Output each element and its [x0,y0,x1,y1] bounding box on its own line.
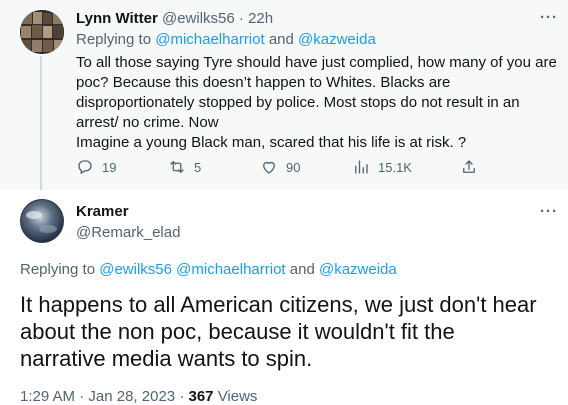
tweet-text-line: disproportionately stopped by police. Mo… [76,94,520,111]
more-horizontal-icon[interactable]: ··· [540,204,558,219]
tweet-time[interactable]: 22h [248,10,273,27]
tweet-metadata: 1:29 AM · Jan 28, 2023 · 367 Views [20,388,257,405]
like-count: 90 [286,159,301,175]
replying-to-prefix: Replying to [20,261,96,278]
share-icon [463,160,475,173]
retweet-count: 5 [194,159,202,175]
tweet-text-line: It happens to all American citizens, we … [20,292,537,317]
parent-tweet-header: Lynn Witter @ewilks56 · 22h [76,10,273,27]
tweet-text-line: narrative media wants to spin. [20,346,313,371]
like-button[interactable]: 90 [260,158,300,176]
mention-link[interactable]: @michaelharriot [176,261,285,278]
retweet-icon [170,161,184,173]
views-count: 15.1K [378,159,412,175]
avatar-globe-image [20,199,64,243]
thread-connector-line [40,56,42,190]
author-name[interactable]: Lynn Witter [76,10,158,27]
avatar-collage-image [20,10,64,54]
views-count: 367 [188,388,214,405]
views-button[interactable]: 15.1K [352,158,412,176]
separator-dot: · [179,388,185,405]
separator-dot: · [238,10,244,27]
mention-link[interactable]: @kazweida [319,261,397,278]
retweet-button[interactable]: 5 [168,158,201,176]
analytics-icon [355,160,368,174]
tweet-action-bar: 19 5 90 15.1K [76,158,496,180]
mention-link[interactable]: @ewilks56 [99,261,172,278]
more-horizontal-icon[interactable]: ··· [540,10,558,25]
avatar[interactable] [20,199,64,243]
replying-and: and [268,31,294,48]
avatar[interactable] [20,10,64,54]
tweet-date[interactable]: Jan 28, 2023 [88,388,175,405]
replying-to-prefix: Replying to [76,31,152,48]
parent-tweet-text: To all those saying Tyre should have jus… [76,53,557,153]
mention-link[interactable]: @kazweida [298,31,376,48]
views-label: Views [217,388,258,405]
author-handle[interactable]: @Remark_elad [76,224,180,241]
tweet-time[interactable]: 1:29 AM [20,388,75,405]
replying-and: and [289,261,315,278]
author-name[interactable]: Kramer [76,203,129,220]
reply-button[interactable]: 19 [76,158,116,176]
tweet-text-line: To all those saying Tyre should have jus… [76,54,557,71]
tweet-text-line: about the non poc, because it wouldn't f… [20,319,455,344]
separator-dot: · [79,388,85,405]
replying-to-line: Replying to @michaelharriot and @kazweid… [76,31,376,48]
tweet-text-line: poc? Because this doesn’t happen to Whit… [76,74,451,91]
mention-link[interactable]: @michaelharriot [155,31,264,48]
reply-icon [78,160,92,175]
share-button[interactable] [460,158,478,176]
tweet-text-line: Imagine a young Black man, scared that h… [76,134,467,151]
author-handle[interactable]: @ewilks56 [162,10,235,27]
tweet-text-line: arrest/ no crime. Now [76,114,219,131]
replying-to-line: Replying to @ewilks56 @michaelharriot an… [20,261,397,278]
heart-icon [263,161,275,174]
reply-count: 19 [102,159,117,175]
main-tweet-text: It happens to all American citizens, we … [20,291,560,372]
